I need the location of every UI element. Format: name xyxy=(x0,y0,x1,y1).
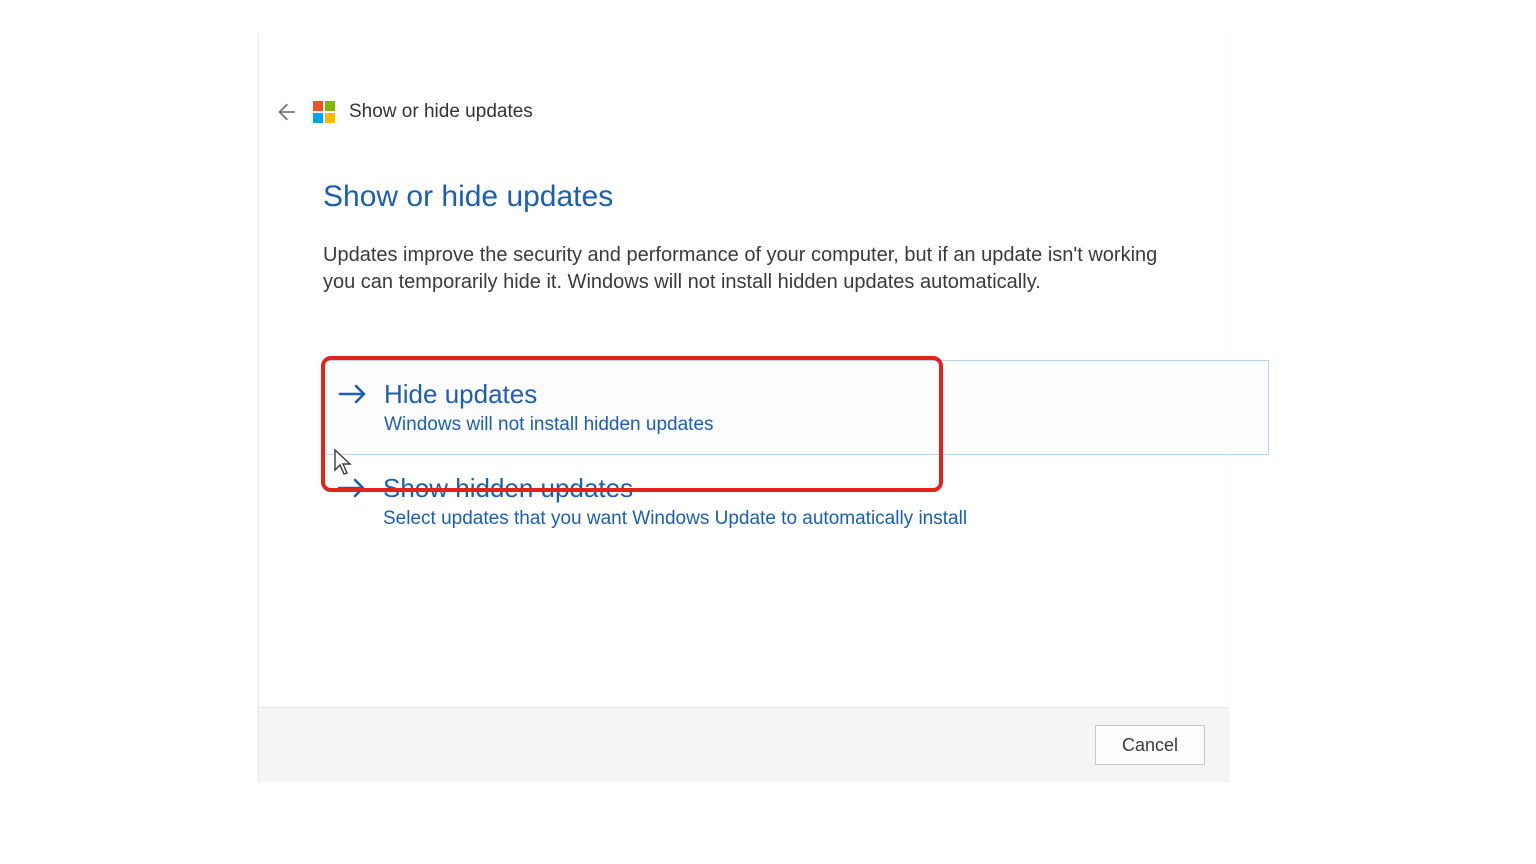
arrow-right-icon xyxy=(337,477,367,499)
option-show-hidden-updates[interactable]: Show hidden updates Select updates that … xyxy=(323,455,1189,548)
back-button[interactable] xyxy=(271,98,299,126)
option-title: Show hidden updates xyxy=(383,473,1171,504)
page-heading: Show or hide updates xyxy=(323,180,1189,214)
header-row: Show or hide updates xyxy=(271,98,533,126)
arrow-right-icon xyxy=(338,383,368,405)
options-list: Hide updates Windows will not install hi… xyxy=(323,360,1189,548)
header-title: Show or hide updates xyxy=(349,101,533,123)
close-button[interactable] xyxy=(1165,42,1209,78)
microsoft-logo-icon xyxy=(313,101,335,123)
option-subtitle: Select updates that you want Windows Upd… xyxy=(383,508,1171,530)
troubleshooter-dialog: Show or hide updates Show or hide update… xyxy=(258,34,1229,782)
page-description: Updates improve the security and perform… xyxy=(323,242,1183,296)
option-subtitle: Windows will not install hidden updates xyxy=(384,414,1250,436)
option-hide-updates[interactable]: Hide updates Windows will not install hi… xyxy=(323,360,1269,455)
arrow-left-icon xyxy=(274,101,296,123)
dialog-footer: Cancel xyxy=(259,707,1229,782)
main-content: Show or hide updates Updates improve the… xyxy=(323,180,1189,296)
option-title: Hide updates xyxy=(384,379,1250,410)
cancel-button[interactable]: Cancel xyxy=(1095,725,1205,765)
